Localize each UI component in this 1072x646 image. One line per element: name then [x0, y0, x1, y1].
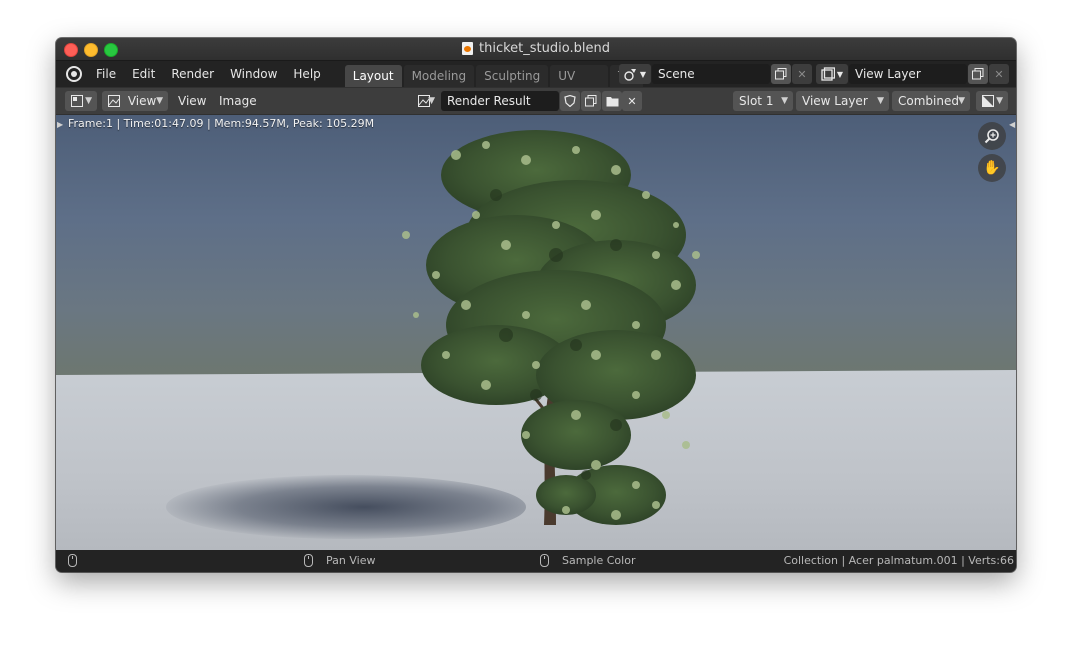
view-mode-label: View	[127, 94, 157, 108]
chevron-down-icon: ▼	[156, 96, 163, 106]
render-stats-text: Frame:1 | Time:01:47.09 | Mem:94.57M, Pe…	[68, 117, 375, 130]
chevron-down-icon: ▼	[958, 96, 965, 106]
layer-label: View Layer	[802, 94, 868, 108]
toolbar-expand-arrow-icon[interactable]: ▶	[57, 120, 63, 130]
menu-edit[interactable]: Edit	[124, 61, 163, 87]
close-icon: ✕	[627, 94, 637, 108]
mouse-left-icon	[68, 554, 77, 567]
chevron-down-icon: ▼	[781, 96, 788, 106]
chevron-down-icon: ▼	[639, 69, 647, 79]
pass-label: Combined	[898, 94, 959, 108]
sample-color-hint: Sample Color	[562, 554, 636, 567]
new-scene-button[interactable]	[771, 64, 791, 84]
open-image-button[interactable]	[602, 91, 622, 111]
duplicate-icon	[585, 95, 597, 107]
close-icon: ✕	[994, 67, 1004, 81]
image-editor-icon	[71, 95, 83, 107]
chevron-down-icon: ▼	[428, 96, 435, 106]
scene-info-text: Collection | Acer palmatum.001 | Verts:6…	[783, 554, 1014, 567]
image-icon	[108, 95, 120, 107]
blender-window: thicket_studio.blend File Edit Render Wi…	[56, 38, 1016, 572]
editor-type-dropdown[interactable]: ▼	[65, 91, 97, 111]
mouse-right-icon	[540, 554, 549, 567]
view-mode-dropdown[interactable]: View ▼	[102, 91, 168, 111]
display-channels-dropdown[interactable]: ▼	[976, 91, 1008, 111]
view-layer-icon	[821, 67, 835, 81]
window-title-group: thicket_studio.blend	[462, 41, 610, 56]
menu-window[interactable]: Window	[222, 61, 285, 87]
rendered-tree-image	[402, 130, 700, 525]
tab-sculpting[interactable]: Sculpting	[476, 65, 549, 87]
new-view-layer-button[interactable]	[968, 64, 988, 84]
pan-view-hint: Pan View	[326, 554, 376, 567]
slot-dropdown[interactable]: Slot 1 ▼	[733, 91, 793, 111]
status-bar: Pan View Sample Color Collection | Acer …	[56, 550, 1016, 572]
pan-view-button[interactable]: ✋	[978, 154, 1006, 182]
zoom-view-button[interactable]	[978, 122, 1006, 150]
menu-render[interactable]: Render	[163, 61, 222, 87]
tab-modeling[interactable]: Modeling	[403, 65, 475, 87]
tab-uv-editing[interactable]: UV Editing	[550, 65, 608, 87]
chevron-down-icon: ▼	[836, 69, 844, 79]
window-zoom-button[interactable]	[104, 43, 118, 57]
title-bar: thicket_studio.blend	[56, 38, 1016, 61]
window-title: thicket_studio.blend	[479, 41, 610, 56]
color-alpha-icon	[982, 95, 994, 107]
scene-icon	[624, 69, 636, 81]
fake-user-button[interactable]	[560, 91, 580, 111]
menu-file[interactable]: File	[88, 61, 124, 87]
top-bar: File Edit Render Window Help Layout Mode…	[56, 61, 1016, 87]
render-result-viewport[interactable]: Frame:1 | Time:01:47.09 | Mem:94.57M, Pe…	[56, 115, 1016, 550]
duplicate-icon	[972, 68, 984, 80]
duplicate-icon	[775, 68, 787, 80]
mouse-middle-icon	[304, 554, 313, 567]
chevron-down-icon: ▼	[996, 96, 1003, 106]
view-layer-name-field[interactable]: View Layer	[849, 64, 967, 84]
chevron-down-icon: ▼	[877, 96, 884, 106]
pass-dropdown[interactable]: Combined ▼	[892, 91, 970, 111]
blender-logo-icon[interactable]	[66, 66, 82, 82]
slot-label: Slot 1	[739, 94, 774, 108]
window-close-button[interactable]	[64, 43, 78, 57]
menu-image[interactable]: Image	[219, 91, 257, 111]
view-layer-selector-button[interactable]: ▼	[816, 64, 848, 84]
tab-layout[interactable]: Layout	[344, 65, 402, 87]
image-browse-button[interactable]: ▼	[412, 91, 440, 111]
layer-dropdown[interactable]: View Layer ▼	[796, 91, 889, 111]
folder-icon	[606, 96, 618, 106]
unlink-image-button[interactable]: ✕	[622, 91, 642, 111]
new-image-button[interactable]	[581, 91, 601, 111]
chevron-down-icon: ▼	[85, 96, 92, 106]
shield-icon	[564, 95, 576, 107]
blend-file-icon	[462, 42, 474, 55]
delete-scene-button[interactable]: ✕	[792, 64, 812, 84]
image-name-field[interactable]: Render Result	[441, 91, 559, 111]
menu-view[interactable]: View	[178, 91, 206, 111]
scene-name-field[interactable]: Scene	[652, 64, 770, 84]
sidebar-expand-arrow-icon[interactable]: ◀	[1009, 120, 1015, 130]
delete-view-layer-button[interactable]: ✕	[989, 64, 1009, 84]
scene-selector-button[interactable]: ▼	[619, 64, 651, 84]
window-minimize-button[interactable]	[84, 43, 98, 57]
hand-icon: ✋	[983, 160, 1001, 176]
zoom-in-icon	[984, 129, 999, 144]
workspace-tabs: Layout Modeling Sculpting UV Editing Tex…	[343, 61, 643, 87]
close-icon: ✕	[797, 67, 807, 81]
menu-help[interactable]: Help	[285, 61, 328, 87]
image-editor-header: ▼ View ▼ View Image ▼ Render Result ✕ Sl…	[56, 88, 1016, 114]
